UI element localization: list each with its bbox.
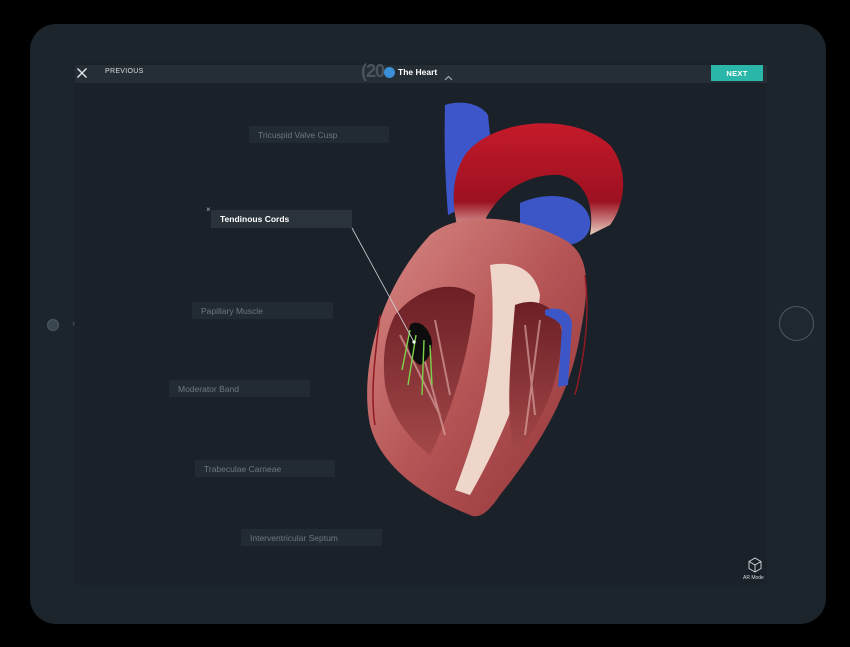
next-button[interactable]: NEXT: [711, 65, 763, 81]
camera-dot: [47, 319, 59, 331]
cube-icon[interactable]: [747, 557, 763, 573]
heart-model-illustration[interactable]: [340, 95, 640, 525]
label-papillary-muscle[interactable]: Papillary Muscle: [192, 302, 333, 319]
logo-watermark: (20: [361, 61, 385, 81]
chevron-up-icon[interactable]: [444, 68, 453, 81]
label-trabeculae-carneae[interactable]: Trabeculae Carneae: [195, 460, 335, 477]
label-tendinous-cords[interactable]: Tendinous Cords: [211, 210, 352, 228]
close-icon[interactable]: [76, 66, 88, 78]
page-title[interactable]: The Heart: [398, 67, 437, 77]
label-tricuspid-valve-cusp[interactable]: Tricuspid Valve Cusp: [249, 126, 389, 143]
heart-module-icon: [384, 67, 395, 78]
ar-mode-label[interactable]: AR Mode: [743, 575, 764, 581]
home-button[interactable]: [779, 306, 814, 341]
previous-button[interactable]: PREVIOUS: [105, 68, 144, 75]
label-moderator-band[interactable]: Moderator Band: [169, 380, 310, 397]
label-interventricular-septum[interactable]: Interventricular Septum: [241, 529, 382, 546]
